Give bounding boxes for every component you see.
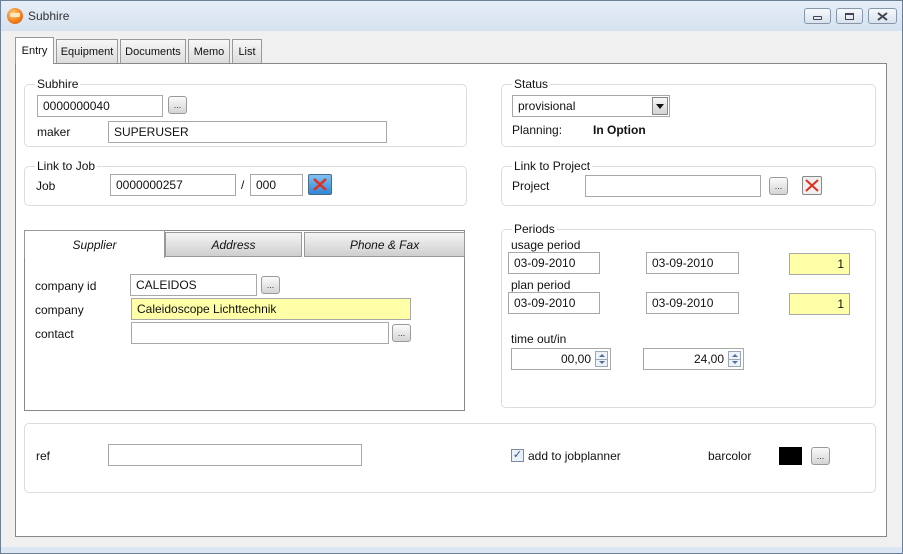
subhire-group-title: Subhire xyxy=(35,77,81,91)
window-bottom-border xyxy=(1,547,902,553)
subhire-number-field[interactable] xyxy=(37,95,163,117)
clear-job-link-button[interactable] xyxy=(308,174,332,195)
planning-label: Planning: xyxy=(512,123,563,137)
maximize-icon xyxy=(845,12,854,20)
title-bar: Subhire xyxy=(1,1,902,31)
tab-address-label: Address xyxy=(211,237,256,252)
company-field[interactable] xyxy=(131,298,411,320)
time-out-value: 00,00 xyxy=(560,352,591,366)
maker-label: maker xyxy=(37,125,71,139)
close-button[interactable] xyxy=(868,8,897,24)
red-x-icon xyxy=(805,179,819,192)
barcolor-swatch xyxy=(779,447,802,465)
plan-start-field[interactable] xyxy=(508,292,600,314)
close-icon xyxy=(877,11,888,21)
usage-period-label: usage period xyxy=(511,238,581,252)
tab-supplier[interactable]: Supplier xyxy=(24,230,165,258)
project-label: Project xyxy=(512,179,550,193)
tab-documents-label: Documents xyxy=(125,45,181,58)
app-logo-icon xyxy=(7,8,23,24)
add-to-jobplanner-checkbox[interactable]: ✓ xyxy=(511,449,524,462)
time-in-value: 24,00 xyxy=(693,352,724,366)
ref-label: ref xyxy=(36,449,51,463)
contact-field[interactable] xyxy=(131,322,389,344)
tab-documents[interactable]: Documents xyxy=(120,39,186,63)
spinner-arrows-icon[interactable] xyxy=(728,351,741,367)
usage-end-field[interactable] xyxy=(646,252,739,274)
time-out-in-label: time out/in xyxy=(511,332,567,346)
company-label: company xyxy=(35,303,84,317)
plan-end-field[interactable] xyxy=(646,292,739,314)
status-select[interactable]: provisional xyxy=(512,95,670,117)
plan-period-label: plan period xyxy=(511,278,571,292)
tab-list[interactable]: List xyxy=(232,39,262,63)
usage-start-field[interactable] xyxy=(508,252,600,274)
tab-entry-label: Entry xyxy=(21,45,48,57)
link-to-job-title: Link to Job xyxy=(35,159,98,173)
plan-days-field[interactable] xyxy=(789,293,850,315)
tab-list-label: List xyxy=(238,45,256,58)
barcolor-label: barcolor xyxy=(708,449,752,463)
minimize-icon xyxy=(813,16,822,20)
company-id-browse-button[interactable]: ... xyxy=(261,276,280,294)
ref-field[interactable] xyxy=(108,444,362,466)
contact-label: contact xyxy=(35,327,74,341)
tab-memo-label: Memo xyxy=(193,45,225,58)
chevron-down-icon[interactable] xyxy=(652,97,668,115)
company-id-label: company id xyxy=(35,279,97,293)
tab-memo[interactable]: Memo xyxy=(188,39,230,63)
add-to-jobplanner-label: add to jobplanner xyxy=(528,449,621,463)
tab-supplier-label: Supplier xyxy=(72,237,117,252)
job-label: Job xyxy=(36,179,56,193)
clear-link-icon xyxy=(313,178,327,191)
job-separator: / xyxy=(241,178,245,192)
tab-entry[interactable]: Entry xyxy=(15,37,54,64)
job-sub-field[interactable] xyxy=(250,174,303,196)
spinner-arrows-icon[interactable] xyxy=(595,351,608,367)
contact-browse-button[interactable]: ... xyxy=(392,324,411,342)
subhire-window: Subhire Entry Equipment Documents Memo L… xyxy=(0,0,903,554)
subhire-browse-button[interactable]: ... xyxy=(168,96,187,114)
link-to-project-title: Link to Project xyxy=(512,159,593,173)
maker-field[interactable] xyxy=(108,121,387,143)
clear-project-button[interactable] xyxy=(802,176,822,195)
job-number-field[interactable] xyxy=(110,174,236,196)
time-in-spinner[interactable]: 24,00 xyxy=(643,348,744,370)
periods-group-title: Periods xyxy=(512,222,557,236)
project-browse-button[interactable]: ... xyxy=(769,177,788,195)
link-to-job-group: Link to Job xyxy=(24,159,467,206)
project-field[interactable] xyxy=(585,175,761,197)
company-id-field[interactable] xyxy=(130,274,257,296)
barcolor-browse-button[interactable]: ... xyxy=(811,447,830,465)
minimize-button[interactable] xyxy=(804,8,831,24)
status-selected-value: provisional xyxy=(518,99,576,113)
maximize-button[interactable] xyxy=(836,8,863,24)
check-icon: ✓ xyxy=(512,449,523,461)
planning-value: In Option xyxy=(593,123,646,137)
tab-phone-fax-label: Phone & Fax xyxy=(349,237,420,252)
status-group-title: Status xyxy=(512,77,551,91)
window-title: Subhire xyxy=(28,9,70,23)
tab-address[interactable]: Address xyxy=(165,232,302,257)
tab-equipment[interactable]: Equipment xyxy=(56,39,118,63)
tab-phone-fax[interactable]: Phone & Fax xyxy=(304,232,465,257)
tab-equipment-label: Equipment xyxy=(60,45,114,58)
time-out-spinner[interactable]: 00,00 xyxy=(511,348,611,370)
usage-days-field[interactable] xyxy=(789,253,850,275)
